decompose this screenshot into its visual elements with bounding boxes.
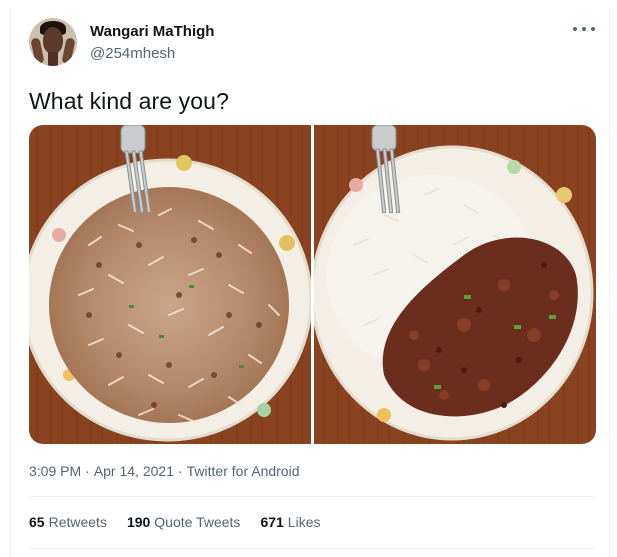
photo-rice-and-mince[interactable]: [314, 125, 596, 444]
retweets-count: 65: [29, 514, 45, 530]
likes-label: Likes: [287, 514, 321, 530]
divider: [29, 496, 595, 497]
likes-stat[interactable]: 671 Likes: [260, 514, 320, 530]
photo-mixed-rice-image: [29, 125, 311, 444]
display-name[interactable]: Wangari MaThigh: [90, 23, 214, 40]
quote-tweets-stat[interactable]: 190 Quote Tweets: [127, 514, 241, 530]
tweet-meta: 3:09 PM · Apr 14, 2021 · Twitter for Android: [29, 463, 299, 479]
more-dot: [573, 27, 577, 31]
quote-tweets-label: Quote Tweets: [154, 514, 241, 530]
avatar-neck: [48, 52, 58, 66]
quote-tweets-count: 190: [126, 514, 151, 530]
retweets-label: Retweets: [48, 514, 107, 530]
engagement-stats: 65 Retweets 190 Quote Tweets 671 Likes: [29, 514, 320, 530]
user-handle[interactable]: @254mhesh: [90, 45, 175, 62]
tweet-card: Wangari MaThigh @254mhesh What kind are …: [10, 8, 610, 557]
tweet-date[interactable]: Apr 14, 2021: [94, 463, 174, 479]
separator: ·: [177, 463, 183, 479]
separator: ·: [85, 463, 90, 479]
avatar-face: [43, 27, 63, 54]
likes-count: 671: [260, 514, 284, 530]
more-horizontal-icon[interactable]: [573, 22, 595, 36]
avatar-hand-right: [61, 37, 76, 65]
more-dot: [591, 27, 595, 31]
tweet-text: What kind are you?: [29, 88, 229, 114]
tweet-time[interactable]: 3:09 PM: [29, 463, 81, 479]
divider: [29, 548, 595, 549]
avatar[interactable]: [29, 18, 77, 66]
tweet-media: [29, 125, 596, 444]
retweets-stat[interactable]: 65 Retweets: [29, 514, 107, 530]
more-dot: [582, 27, 586, 31]
photo-rice-and-mince-image: [314, 125, 596, 444]
photo-mixed-rice[interactable]: [29, 125, 311, 444]
tweet-source[interactable]: Twitter for Android: [187, 463, 300, 479]
